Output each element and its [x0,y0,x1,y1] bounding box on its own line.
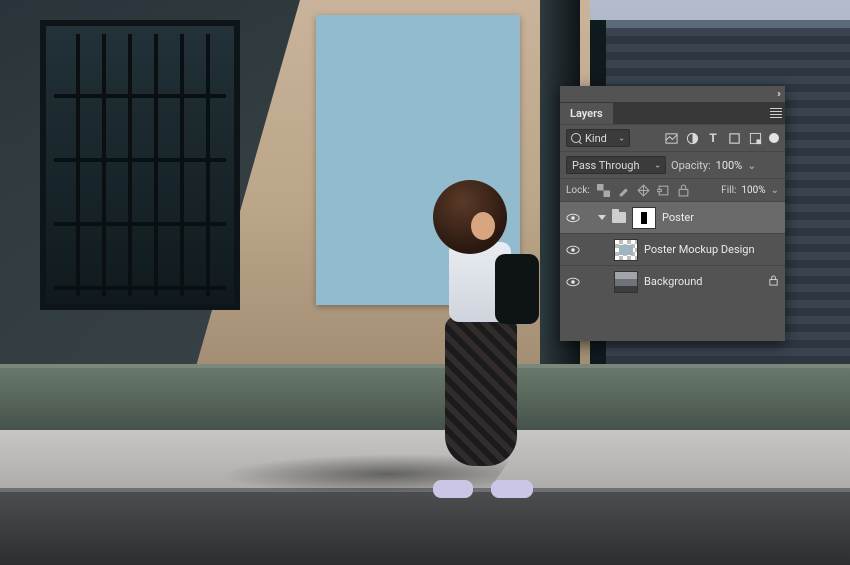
filter-kind-label: Kind [585,132,607,145]
lock-pixels-icon[interactable] [617,183,631,197]
window-illustration [40,20,240,310]
lock-icon[interactable] [768,275,779,289]
layer-row-poster[interactable]: Poster [560,201,785,233]
chevron-down-icon[interactable]: ⌄ [771,185,779,196]
document-canvas: ›› Layers Kind ⌄ T Pass Through [0,0,850,565]
chevron-down-icon: ⌄ [654,161,661,170]
layer-name[interactable]: Poster [662,211,694,224]
visibility-icon[interactable] [566,243,580,257]
layer-thumbnail[interactable] [614,239,638,261]
fill-label: Fill: [721,185,736,196]
lock-transparency-icon[interactable] [597,183,611,197]
disclosure-icon[interactable] [598,215,606,220]
adjustment-filter-icon[interactable] [685,131,699,145]
lock-all-icon[interactable] [677,183,691,197]
lock-position-icon[interactable] [637,183,651,197]
fill-value[interactable]: 100% [741,185,765,196]
tab-layers[interactable]: Layers [560,103,613,124]
filter-toggle-icon[interactable] [769,133,779,143]
panel-menu-icon[interactable] [767,102,785,124]
blend-mode-select[interactable]: Pass Through ⌄ [566,156,666,174]
opacity-value[interactable]: 100% [716,159,743,172]
pixel-filter-icon[interactable] [664,131,678,145]
opacity-label: Opacity: [671,159,711,172]
folder-icon [612,212,626,223]
layers-list: Poster Poster Mockup Design Background [560,201,785,341]
filter-kind-select[interactable]: Kind ⌄ [566,129,630,147]
shape-filter-icon[interactable] [727,131,741,145]
layer-name[interactable]: Background [644,275,702,288]
smartobject-filter-icon[interactable] [748,131,762,145]
mask-thumbnail[interactable] [632,207,656,229]
layer-row-poster-mockup-design[interactable]: Poster Mockup Design [560,233,785,265]
poster-rect [316,15,520,305]
lock-label: Lock: [566,185,590,196]
layer-thumbnail[interactable] [614,271,638,293]
layer-row-background[interactable]: Background [560,265,785,297]
blend-mode-value: Pass Through [572,159,640,172]
layers-panel[interactable]: ›› Layers Kind ⌄ T Pass Through [560,86,785,341]
type-filter-icon[interactable]: T [706,131,720,145]
collapse-icon[interactable]: ›› [777,89,779,100]
layer-name[interactable]: Poster Mockup Design [644,243,755,256]
visibility-icon[interactable] [566,275,580,289]
chevron-down-icon[interactable]: ⌄ [747,159,756,172]
visibility-icon[interactable] [566,211,580,225]
chevron-down-icon: ⌄ [618,134,625,143]
lock-artboard-icon[interactable] [657,183,671,197]
